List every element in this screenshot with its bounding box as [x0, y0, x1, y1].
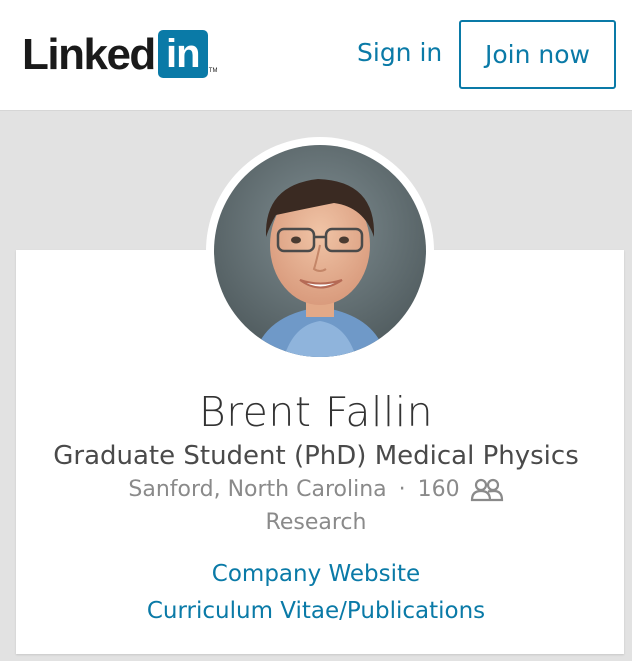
logo-wordmark: Linked — [22, 30, 156, 79]
profile-headline: Graduate Student (PhD) Medical Physics — [53, 441, 579, 471]
linkedin-logo[interactable]: Linked in TM — [22, 28, 217, 78]
logo-in-box: in — [157, 30, 208, 78]
logo-trademark: TM — [208, 68, 218, 74]
join-now-label: Join now — [485, 40, 590, 69]
profile-meta-row: Sanford, North Carolina · 160 — [0, 477, 632, 502]
curriculum-vitae-link[interactable]: Curriculum Vitae/Publications — [0, 598, 632, 624]
top-header: Linked in TM Sign in Join now — [0, 0, 632, 111]
join-now-button[interactable]: Join now — [459, 20, 616, 89]
profile-location: Sanford, North Carolina — [128, 477, 387, 502]
profile-photo — [214, 145, 426, 357]
profile-photo-image — [214, 145, 426, 357]
profile-industry: Research — [265, 510, 367, 535]
meta-separator: · — [398, 477, 406, 502]
people-icon — [470, 478, 504, 502]
profile-name: Brent Fallin — [198, 388, 434, 436]
company-website-link[interactable]: Company Website — [0, 561, 632, 587]
connections-count: 160 — [417, 477, 460, 502]
sign-in-link[interactable]: Sign in — [357, 38, 442, 67]
